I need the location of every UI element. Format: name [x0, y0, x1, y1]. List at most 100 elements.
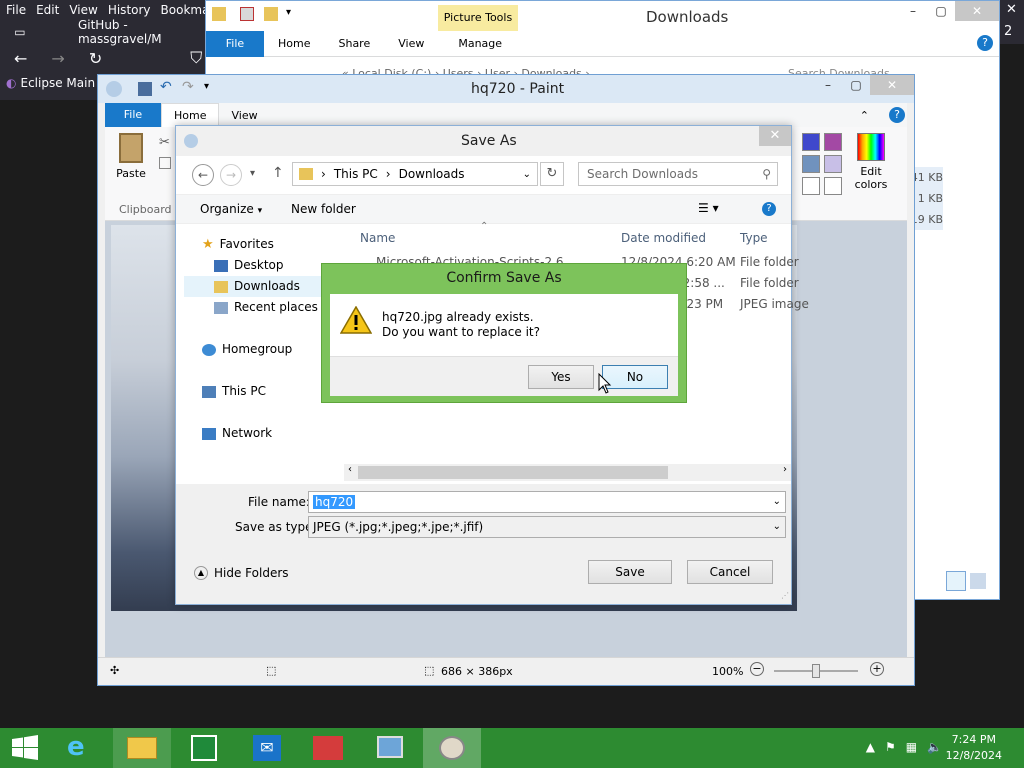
firefox-tab[interactable]: GitHub - massgravel/M	[40, 18, 215, 46]
volume-muted-icon[interactable]: 🔈	[927, 740, 942, 754]
organize-menu[interactable]: Organize ▾	[200, 202, 262, 216]
copy-icon[interactable]	[159, 157, 171, 169]
redo-icon[interactable]: ↷	[182, 79, 194, 95]
color-swatch[interactable]	[824, 155, 842, 173]
close-icon[interactable]: ✕	[759, 126, 791, 146]
breadcrumb-thispc[interactable]: This PC	[334, 167, 378, 181]
menu-file[interactable]: File	[6, 3, 26, 17]
close-icon[interactable]: ✕	[870, 75, 914, 95]
new-folder-icon[interactable]	[264, 7, 278, 21]
edit-colors-button[interactable]: Edit colors	[849, 133, 893, 191]
scroll-left-icon[interactable]: ‹	[348, 464, 352, 475]
save-button[interactable]: Save	[588, 560, 672, 584]
taskbar-ie[interactable]: e	[53, 728, 111, 768]
qat-dropdown-icon[interactable]: ▾	[286, 7, 291, 18]
taskbar-paint[interactable]	[423, 728, 481, 768]
refresh-icon[interactable]: ↻	[540, 162, 564, 186]
clock[interactable]: 7:24 PM 12/8/2024	[946, 732, 1002, 764]
back-arrow-icon[interactable]: ←	[192, 164, 214, 186]
help-icon[interactable]: ?	[889, 107, 905, 123]
taskbar-mail[interactable]: ✉	[237, 728, 295, 768]
tab-manage[interactable]: Manage	[438, 37, 516, 50]
nav-homegroup[interactable]: Homegroup	[202, 339, 292, 360]
chevron-down-icon[interactable]: ⌄	[773, 517, 781, 537]
chevron-down-icon[interactable]: ⌄	[773, 492, 781, 512]
column-header-name[interactable]: Name	[360, 231, 395, 245]
horizontal-scrollbar[interactable]: ‹ ›	[344, 464, 791, 481]
nav-thispc[interactable]: This PC	[202, 381, 266, 402]
shield-icon[interactable]: ⛉	[190, 48, 202, 68]
resize-grip-icon[interactable]: ⋰	[781, 591, 789, 600]
taskbar-store[interactable]	[175, 728, 233, 768]
maximize-icon[interactable]: ▢	[927, 1, 955, 21]
column-header-type[interactable]: Type	[740, 231, 768, 245]
properties-icon[interactable]	[240, 7, 254, 21]
taskbar-app-red[interactable]	[299, 728, 357, 768]
zoom-slider-thumb[interactable]	[812, 664, 820, 678]
zoom-slider[interactable]	[774, 664, 858, 678]
qat-dropdown-icon[interactable]: ▾	[204, 81, 209, 92]
action-center-icon[interactable]: ⚑	[885, 740, 896, 754]
details-view-icon[interactable]	[946, 571, 966, 591]
minimize-icon[interactable]: –	[899, 1, 927, 21]
close-icon[interactable]: ✕	[955, 1, 999, 21]
column-header-date[interactable]: Date modified	[621, 231, 706, 245]
scrollbar-thumb[interactable]	[358, 466, 668, 479]
new-folder-button[interactable]: New folder	[291, 202, 356, 216]
nav-downloads[interactable]: Downloads	[184, 276, 344, 297]
help-icon[interactable]: ?	[977, 35, 993, 51]
tab-home[interactable]: Home	[161, 103, 220, 127]
breadcrumb-downloads[interactable]: Downloads	[399, 167, 465, 181]
scroll-right-icon[interactable]: ›	[783, 464, 787, 475]
start-button[interactable]	[0, 728, 58, 768]
nav-network[interactable]: Network	[202, 423, 272, 444]
tab-home[interactable]: Home	[264, 37, 324, 50]
menu-bookmarks[interactable]: Bookma	[161, 3, 210, 17]
show-hidden-icons-icon[interactable]: ▲	[866, 740, 875, 754]
file-name-input[interactable]: hq720 ⌄	[308, 491, 786, 513]
undo-icon[interactable]: ↶	[160, 79, 172, 95]
zoom-out-icon[interactable]: −	[750, 662, 764, 676]
close-icon[interactable]: ✕	[1006, 2, 1017, 17]
tab-view[interactable]: View	[384, 37, 438, 50]
cut-icon[interactable]: ✂	[159, 135, 170, 150]
nav-favorites[interactable]: ★ Favorites	[202, 234, 274, 255]
paste-button[interactable]: Paste	[111, 133, 151, 191]
color-swatch[interactable]	[824, 133, 842, 151]
up-arrow-icon[interactable]: ↑	[272, 165, 284, 181]
forward-arrow-icon[interactable]: →	[220, 164, 242, 186]
save-icon[interactable]	[138, 82, 152, 96]
tab-view[interactable]: View	[219, 109, 269, 122]
color-swatch[interactable]	[802, 177, 820, 195]
color-swatch[interactable]	[802, 133, 820, 151]
save-as-type-select[interactable]: JPEG (*.jpg;*.jpeg;*.jpe;*.jfif) ⌄	[308, 516, 786, 538]
tab-file[interactable]: File	[206, 30, 264, 57]
breadcrumb[interactable]: › This PC › Downloads ⌄	[292, 162, 538, 186]
color-swatch[interactable]	[802, 155, 820, 173]
search-input[interactable]: Search Downloads ⚲	[578, 162, 778, 186]
large-icons-view-icon[interactable]	[970, 573, 986, 589]
yes-button[interactable]: Yes	[528, 365, 594, 389]
taskbar-explorer[interactable]	[113, 728, 171, 768]
minimize-icon[interactable]: –	[814, 75, 842, 95]
hide-folders-toggle[interactable]: ▲ Hide Folders	[194, 566, 289, 580]
chevron-down-icon[interactable]: ⌄	[523, 169, 531, 180]
nav-desktop[interactable]: Desktop	[214, 255, 284, 276]
reload-icon[interactable]: ↻	[89, 49, 102, 68]
cancel-button[interactable]: Cancel	[687, 560, 773, 584]
maximize-icon[interactable]: ▢	[842, 75, 870, 95]
tab-share[interactable]: Share	[324, 37, 384, 50]
network-status-icon[interactable]: ▦	[906, 740, 917, 754]
zoom-in-icon[interactable]: +	[870, 662, 884, 676]
color-swatch[interactable]	[824, 177, 842, 195]
menu-history[interactable]: History	[108, 3, 151, 17]
nav-recent[interactable]: Recent places	[214, 297, 318, 318]
bookmark-eclipse[interactable]: Eclipse Main	[20, 76, 95, 90]
recent-dropdown-icon[interactable]: ▾	[250, 168, 255, 179]
menu-edit[interactable]: Edit	[36, 3, 59, 17]
menu-view[interactable]: View	[69, 3, 97, 17]
forward-arrow-icon[interactable]: →	[51, 49, 64, 68]
taskbar-remote[interactable]	[361, 728, 419, 768]
help-icon[interactable]: ?	[762, 202, 776, 216]
collapse-ribbon-icon[interactable]: ⌃	[848, 109, 881, 122]
